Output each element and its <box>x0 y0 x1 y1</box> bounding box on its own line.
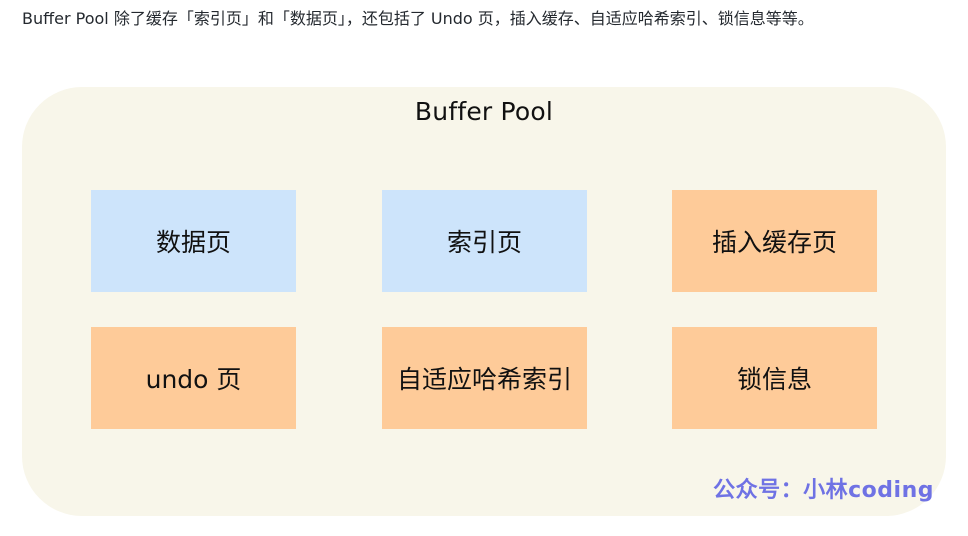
buffer-pool-diagram: Buffer Pool 数据页 索引页 插入缓存页 undo 页 自适应哈希索引… <box>22 87 946 516</box>
index-page-box: 索引页 <box>382 190 587 292</box>
undo-page-box: undo 页 <box>91 327 296 429</box>
lock-info-box: 锁信息 <box>672 327 877 429</box>
watermark: 公众号：小林coding <box>713 478 934 503</box>
data-page-box: 数据页 <box>91 190 296 292</box>
diagram-title: Buffer Pool <box>414 97 554 126</box>
adaptive-hash-index-box: 自适应哈希索引 <box>382 327 587 429</box>
insert-buffer-page-box: 插入缓存页 <box>672 190 877 292</box>
intro-paragraph: Buffer Pool 除了缓存「索引页」和「数据页」，还包括了 Undo 页，… <box>22 9 814 28</box>
